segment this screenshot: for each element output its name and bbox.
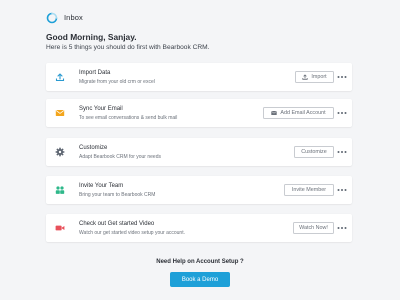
task-title: Import Data (79, 70, 111, 76)
help-text: Need Help on Account Setup ? (156, 259, 244, 265)
task-title: Check out Get started Video (79, 221, 155, 227)
task-card-video: Check out Get started Video Watch our ge… (46, 214, 352, 242)
task-card-customize: Customize Adapt Bearbook CRM for your ne… (46, 138, 352, 166)
book-a-demo-button[interactable]: Book a Demo (170, 272, 230, 287)
upload-icon (55, 72, 65, 82)
task-title: Invite Your Team (79, 183, 124, 189)
invite-member-button[interactable]: Invite Member (284, 184, 334, 196)
task-description: Adapt Bearbook CRM for your needs (79, 154, 161, 160)
watch-now-button[interactable]: Watch Now! (293, 222, 334, 234)
circular-logo-icon (46, 11, 58, 24)
task-title: Sync Your Email (79, 106, 123, 112)
greeting-subtitle: Here is 5 things you should do first wit… (46, 44, 210, 51)
team-icon (55, 185, 65, 195)
task-description: Bring your team to Bearbook CRM (79, 192, 156, 198)
task-description: Migrate from your old crm or excel (79, 79, 155, 85)
greeting-heading: Good Morning, Sanjay. (46, 32, 137, 42)
task-card-invite-team: Invite Your Team Bring your team to Bear… (46, 176, 352, 204)
more-options-icon[interactable] (336, 71, 348, 83)
task-description: To see email conversations & send bulk m… (79, 115, 178, 121)
envelope-small-icon (271, 110, 278, 116)
task-card-sync-email: Sync Your Email To see email conversatio… (46, 99, 352, 127)
customize-button[interactable]: Customize (294, 146, 334, 158)
task-description: Watch our get started video setup your a… (79, 230, 185, 236)
upload-small-icon (302, 74, 308, 80)
invite-member-button-label: Invite Member (291, 187, 327, 193)
customize-button-label: Customize (301, 149, 327, 155)
task-card-import-data: Import Data Migrate from your old crm or… (46, 63, 352, 91)
page-title: Inbox (64, 12, 83, 22)
more-options-icon[interactable] (336, 222, 348, 234)
envelope-icon (55, 108, 65, 118)
watch-now-button-label: Watch Now! (299, 225, 328, 231)
video-camera-icon (55, 223, 65, 233)
add-email-account-button-label: Add Email Account (280, 110, 326, 116)
more-options-icon[interactable] (336, 107, 348, 119)
import-button-label: Import (311, 74, 327, 80)
gear-icon (55, 147, 65, 157)
task-title: Customize (79, 145, 108, 151)
import-button[interactable]: Import (295, 71, 334, 83)
more-options-icon[interactable] (336, 184, 348, 196)
add-email-account-button[interactable]: Add Email Account (263, 107, 334, 119)
page-header: Inbox (46, 10, 83, 24)
more-options-icon[interactable] (336, 146, 348, 158)
